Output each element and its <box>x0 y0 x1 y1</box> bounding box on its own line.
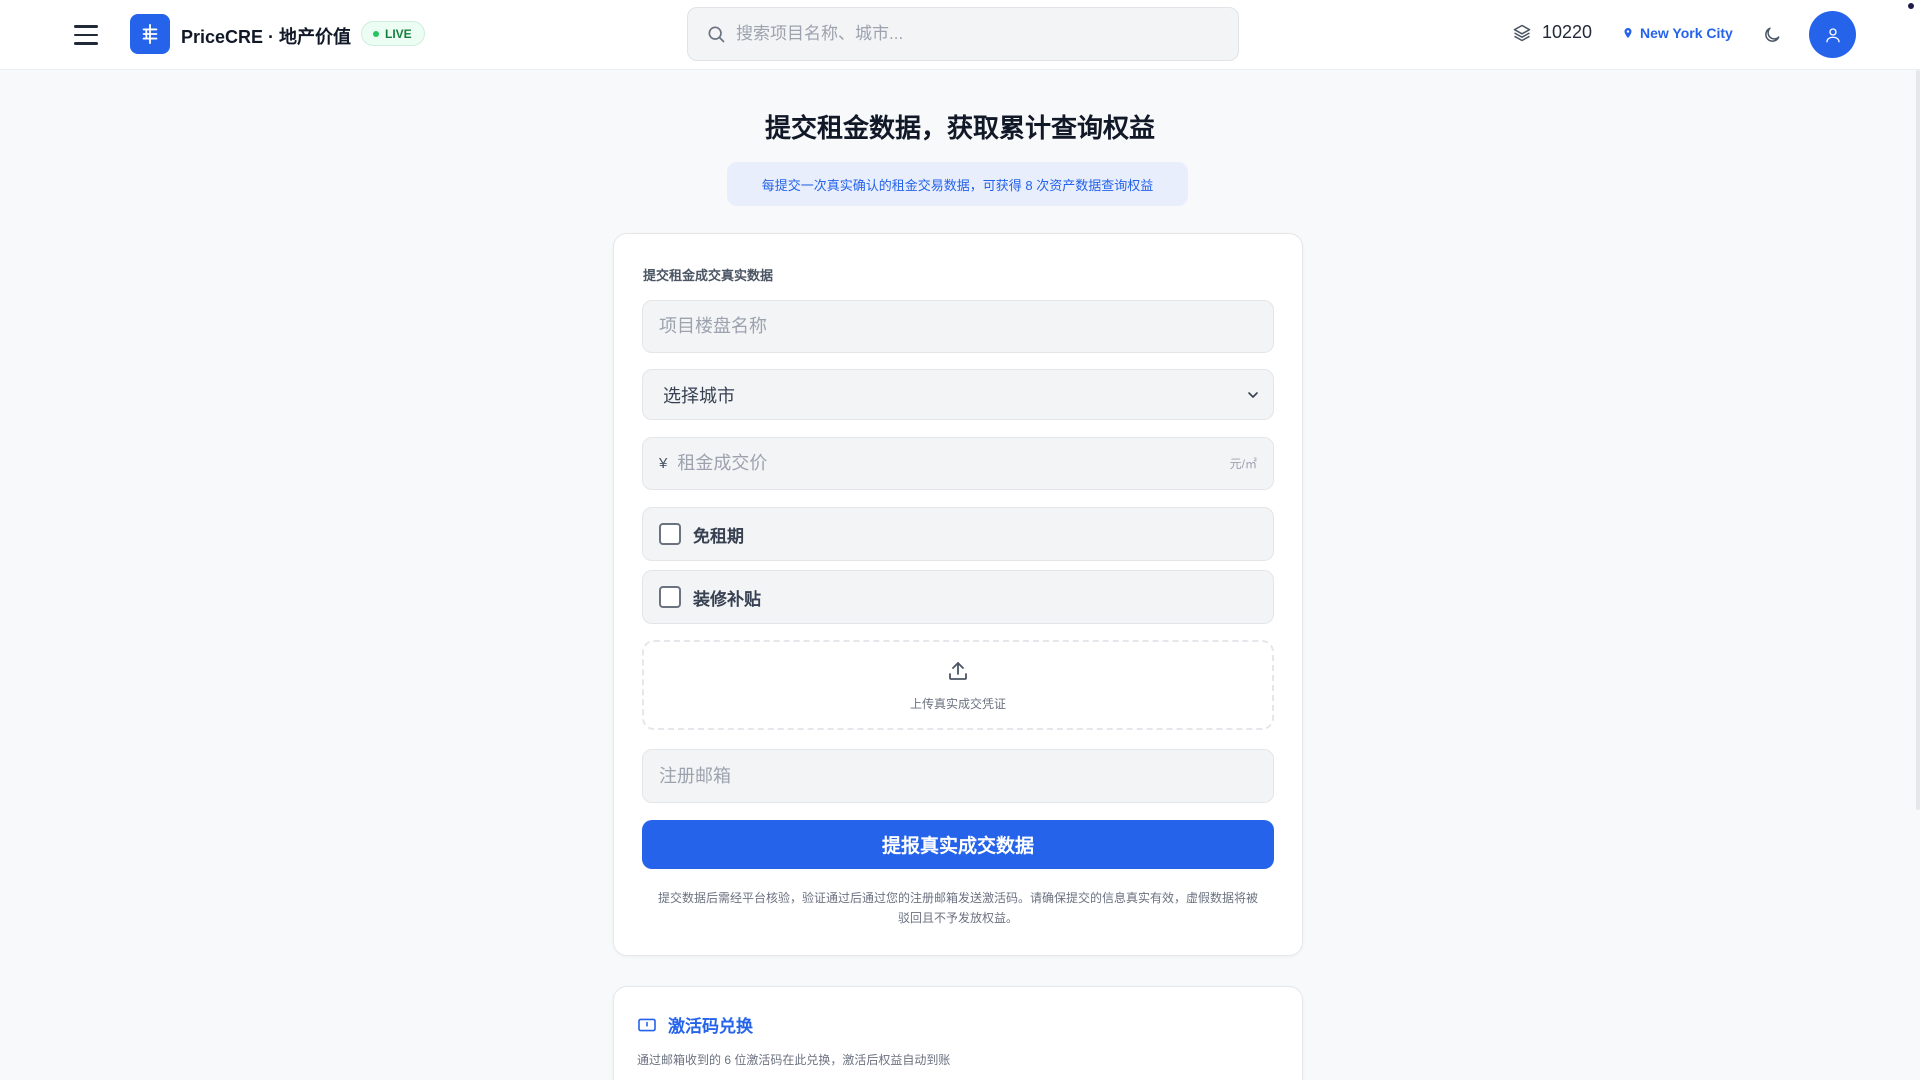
reward-info-banner: 每提交一次真实确认的租金交易数据，可获得 8 次资产数据查询权益 <box>727 162 1188 206</box>
chevron-down-icon <box>1248 391 1258 398</box>
rent-free-option[interactable]: 免租期 <box>642 507 1274 561</box>
form-section-label: 提交租金成交真实数据 <box>643 268 774 283</box>
email-field[interactable] <box>642 749 1274 803</box>
rent-free-label: 免租期 <box>693 526 744 546</box>
layers-stack-icon <box>1513 24 1531 41</box>
moon-icon[interactable] <box>1759 22 1785 48</box>
ticket-icon <box>638 1018 656 1031</box>
building-logo-icon[interactable] <box>130 14 170 54</box>
top-navigation-bar: PriceCRE · 地产价值 LIVE 10220 New York City <box>0 0 1920 70</box>
search-input[interactable] <box>736 24 1216 44</box>
redeem-description: 通过邮箱收到的 6 位激活码在此兑换，激活后权益自动到账 <box>637 1053 951 1067</box>
page-scrollbar[interactable] <box>1916 70 1920 810</box>
decoration-subsidy-label: 装修补贴 <box>693 589 761 609</box>
brand-name[interactable]: PriceCRE · 地产价值 <box>181 23 351 49</box>
city-select-value: 选择城市 <box>663 385 735 406</box>
search-icon <box>708 26 725 43</box>
decoration-subsidy-option[interactable]: 装修补贴 <box>642 570 1274 624</box>
live-dot-icon <box>373 30 379 37</box>
rent-price-field[interactable]: ¥ 元/㎡ <box>642 437 1274 490</box>
upload-icon <box>949 661 967 680</box>
location-selector[interactable]: New York City <box>1622 25 1733 41</box>
redeem-title: 激活码兑换 <box>637 1012 753 1037</box>
activation-redeem-card: 激活码兑换 通过邮箱收到的 6 位激活码在此兑换，激活后权益自动到账 <box>613 986 1303 1080</box>
search-bar[interactable] <box>687 7 1239 61</box>
hamburger-menu-icon[interactable] <box>70 20 102 50</box>
indicator-dot-icon <box>1908 3 1914 9</box>
user-avatar-button[interactable] <box>1809 11 1856 58</box>
live-status-badge: LIVE <box>361 21 425 46</box>
project-name-field[interactable] <box>642 300 1274 353</box>
email-input[interactable] <box>659 765 1259 787</box>
submit-button[interactable]: 提报真实成交数据 <box>642 820 1274 869</box>
rent-submission-card: 提交租金成交真实数据 选择城市 ¥ 元/㎡ 免租期 装修补贴 上传真实成交凭证 … <box>613 233 1303 956</box>
city-select[interactable]: 选择城市 <box>642 369 1274 420</box>
currency-prefix: ¥ <box>659 455 668 472</box>
redeem-title-text: 激活码兑换 <box>668 1017 753 1036</box>
location-label: New York City <box>1640 25 1733 41</box>
decoration-subsidy-checkbox[interactable] <box>659 586 681 608</box>
page-title: 提交租金数据，获取累计查询权益 <box>764 113 1155 143</box>
rent-price-input[interactable] <box>677 453 1198 474</box>
upload-label: 上传真实成交凭证 <box>909 696 1006 711</box>
live-label: LIVE <box>385 26 412 41</box>
query-credits[interactable]: 10220 <box>1512 22 1592 43</box>
map-pin-icon <box>1624 28 1632 38</box>
project-name-input[interactable] <box>659 316 1259 337</box>
price-unit: 元/㎡ <box>1229 457 1257 471</box>
rent-free-checkbox[interactable] <box>659 523 681 545</box>
proof-upload-area[interactable]: 上传真实成交凭证 <box>642 640 1274 730</box>
verification-disclaimer: 提交数据后需经平台核验，验证通过后通过您的注册邮箱发送激活码。请确保提交的信息真… <box>657 891 1258 925</box>
user-icon <box>1825 27 1840 42</box>
credits-count: 10220 <box>1542 22 1593 42</box>
